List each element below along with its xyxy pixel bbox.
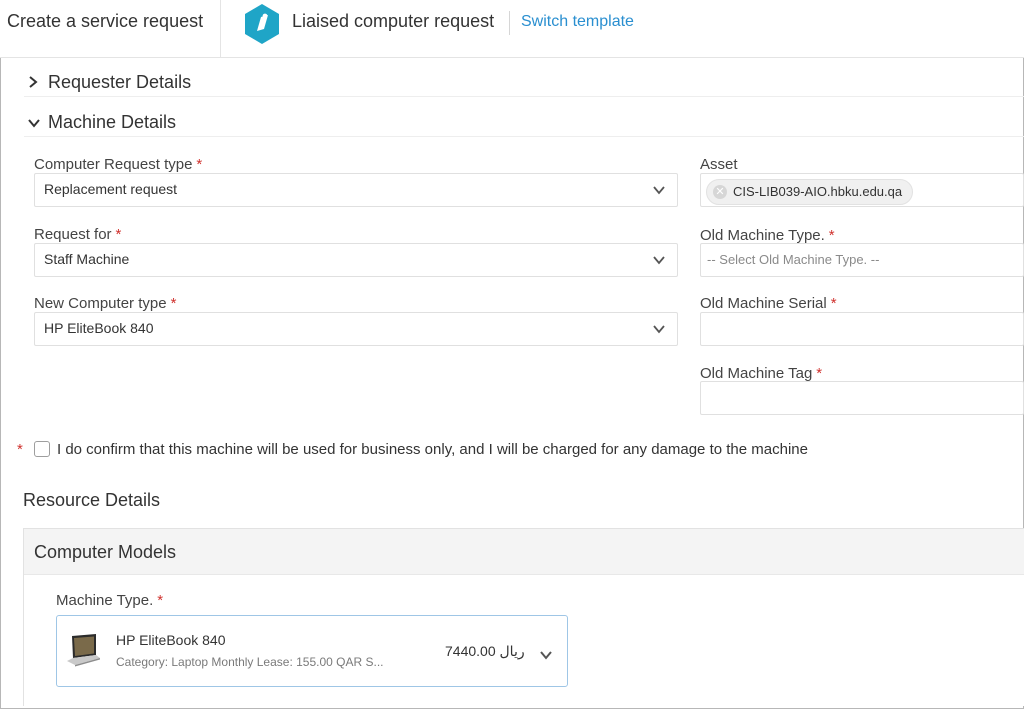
new-computer-type-select[interactable]: HP EliteBook 840 xyxy=(34,312,678,346)
new-computer-type-label: New Computer type * xyxy=(34,295,177,312)
consent-checkbox[interactable] xyxy=(34,441,50,457)
old-machine-serial-label: Old Machine Serial * xyxy=(700,295,837,312)
old-machine-type-label: Old Machine Type. * xyxy=(700,227,835,244)
old-machine-tag-label: Old Machine Tag * xyxy=(700,365,823,382)
consent-text: I do confirm that this machine will be u… xyxy=(57,441,808,458)
select-value: Replacement request xyxy=(44,181,178,197)
computer-request-type-label: Computer Request type * xyxy=(34,156,203,173)
select-value: HP EliteBook 840 xyxy=(44,320,154,336)
asset-chip-label: CIS-LIB039-AIO.hbku.edu.qa xyxy=(733,184,903,199)
template-name: Liaised computer request xyxy=(292,11,495,31)
machine-category: Category: Laptop Monthly Lease: 155.00 Q… xyxy=(116,655,384,669)
asset-label: Asset xyxy=(700,156,738,173)
remove-chip-icon[interactable]: ✕ xyxy=(713,185,727,199)
panel-title: Computer Models xyxy=(34,542,177,562)
machine-price: 7440.00 ريال xyxy=(445,643,525,659)
header-divider-2 xyxy=(509,11,510,35)
select-value: Staff Machine xyxy=(44,251,130,267)
page-title: Create a service request xyxy=(7,11,204,31)
section-machine-details[interactable]: Machine Details xyxy=(28,112,176,133)
switch-template-link[interactable]: Switch template xyxy=(521,13,634,31)
old-machine-serial-input[interactable] xyxy=(700,312,1024,346)
old-machine-tag-input[interactable] xyxy=(700,381,1024,415)
chevron-down-icon xyxy=(653,256,665,265)
resource-details-title: Resource Details xyxy=(23,490,161,510)
required-marker: * xyxy=(17,441,23,458)
section-requester-details[interactable]: Requester Details xyxy=(28,72,191,93)
section-label: Requester Details xyxy=(48,72,192,92)
page-header: Create a service request Liaised compute… xyxy=(0,0,1024,58)
request-for-select[interactable]: Staff Machine xyxy=(34,243,678,277)
section-divider xyxy=(24,136,1024,137)
machine-type-label: Machine Type. * xyxy=(56,592,164,609)
section-label: Machine Details xyxy=(48,112,177,132)
panel-header: Computer Models xyxy=(24,529,1024,575)
asset-chip[interactable]: ✕ CIS-LIB039-AIO.hbku.edu.qa xyxy=(706,179,914,205)
chevron-down-icon xyxy=(540,651,552,660)
laptop-icon xyxy=(67,634,100,667)
section-divider xyxy=(24,96,1024,97)
chevron-down-icon xyxy=(653,186,665,195)
template-icon xyxy=(245,4,279,44)
select-placeholder: -- Select Old Machine Type. -- xyxy=(707,252,880,267)
machine-name: HP EliteBook 840 xyxy=(116,632,226,648)
computer-request-type-select[interactable]: Replacement request xyxy=(34,173,678,207)
header-divider xyxy=(220,0,221,58)
old-machine-type-select[interactable]: -- Select Old Machine Type. -- xyxy=(700,243,1024,277)
chevron-down-icon xyxy=(28,115,44,131)
chevron-down-icon xyxy=(653,325,665,334)
machine-type-select[interactable]: HP EliteBook 840 Category: Laptop Monthl… xyxy=(56,615,568,687)
request-for-label: Request for * xyxy=(34,226,122,243)
chevron-right-icon xyxy=(28,75,44,91)
